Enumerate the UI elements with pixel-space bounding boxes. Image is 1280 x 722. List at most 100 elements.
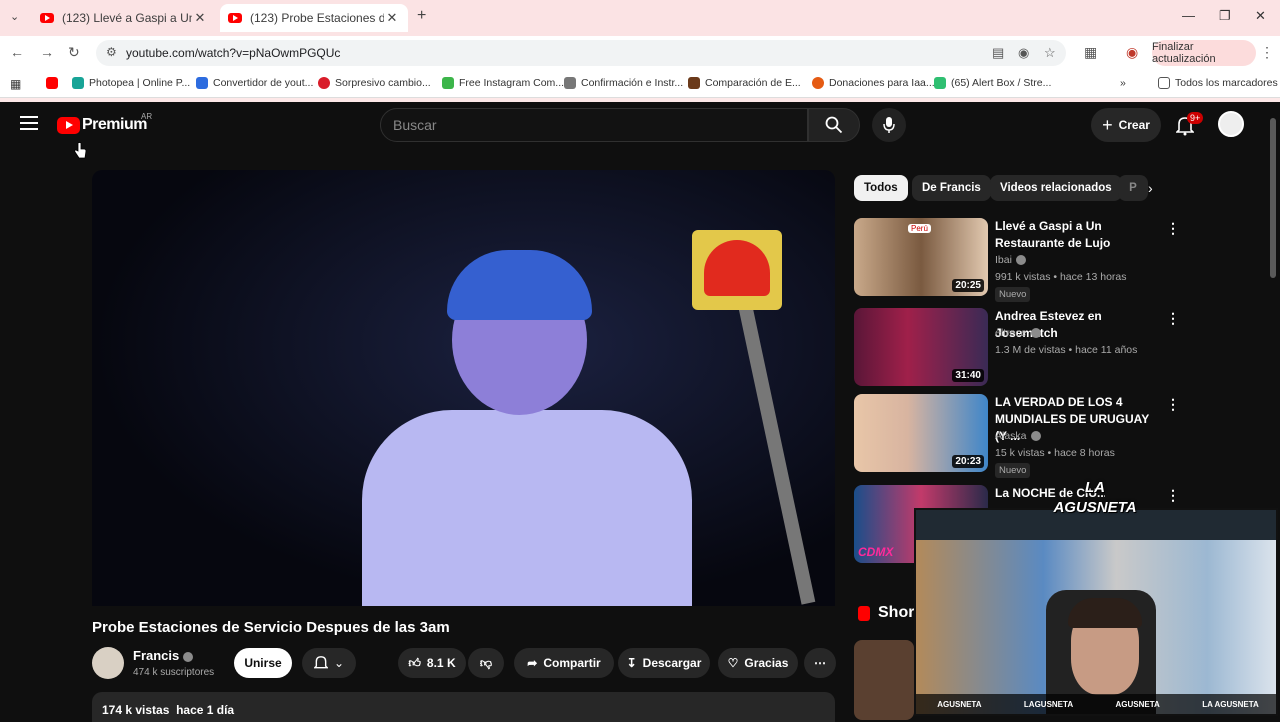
bookmark-confirmacion[interactable]: Confirmación e Instr... [564, 77, 683, 89]
new-badge: Nuevo [995, 287, 1031, 302]
video-thumbnail[interactable]: 20:23 [854, 394, 988, 472]
account-avatar[interactable] [1218, 111, 1244, 137]
address-bar[interactable]: ⚙ youtube.com/watch?v=pNaOwmPGQUc ▤ ◉ ☆ [96, 40, 1066, 66]
new-badge: Nuevo [995, 463, 1031, 478]
browser-chrome: ⌄ (123) Llevé a Gaspi a Un Restau ✕ (123… [0, 0, 1280, 102]
download-button[interactable]: ↧ Descargar [618, 648, 710, 678]
thanks-label: Gracias [744, 656, 789, 670]
eye-off-icon[interactable]: ◉ [1018, 45, 1029, 61]
thumb-tag: Perú [908, 224, 931, 233]
tab-probe[interactable]: (123) Probe Estaciones de Servi ✕ [220, 4, 408, 32]
rec-meta: 991 k vistas • hace 13 horas [995, 271, 1127, 283]
new-tab-icon[interactable]: + [417, 7, 426, 25]
bookmark-donaciones[interactable]: Donaciones para Iaa... [812, 77, 935, 89]
streamer-logo: LA AGUSNETA [1053, 479, 1137, 516]
reload-icon[interactable]: ↻ [68, 44, 80, 61]
chip-more[interactable]: P [1118, 175, 1148, 201]
restore-icon[interactable]: ❐ [1219, 8, 1231, 24]
menu-dots-icon[interactable]: ⋮ [1260, 44, 1274, 61]
search-button[interactable] [808, 108, 860, 142]
minimize-icon[interactable]: — [1182, 8, 1195, 23]
apps-icon[interactable]: ▦ [10, 77, 21, 91]
bookmark-instagram[interactable]: Free Instagram Com... [442, 77, 564, 89]
bookmark-alertbox[interactable]: (65) Alert Box / Stre... [934, 77, 1051, 89]
search-box[interactable] [380, 108, 808, 142]
verified-icon [183, 651, 194, 662]
recommendation-item[interactable]: 20:23 LA VERDAD DE LOS 4 MUNDIALES DE UR… [854, 394, 1184, 478]
more-vert-icon[interactable]: ⋮ [1166, 220, 1180, 237]
chip-de-francis[interactable]: De Francis [912, 175, 991, 201]
close-tab-icon[interactable]: ✕ [384, 10, 400, 26]
streamer-hair [1068, 598, 1142, 628]
update-button[interactable]: Finalizar actualización [1152, 40, 1256, 66]
bookmark-label: (65) Alert Box / Stre... [951, 77, 1052, 89]
thumb-tag: CDMX [858, 545, 894, 559]
bookmark-star-icon[interactable]: ☆ [1044, 45, 1056, 61]
more-vert-icon[interactable]: ⋮ [1166, 487, 1180, 504]
channel-name[interactable]: Francis [133, 648, 194, 663]
install-icon[interactable]: ▤ [992, 45, 1004, 61]
search-input[interactable] [393, 117, 793, 133]
bookmark-label: Free Instagram Com... [459, 77, 565, 89]
youtube-bookmark-icon[interactable] [46, 77, 63, 89]
bell-icon [313, 656, 328, 669]
video-player[interactable] [92, 170, 835, 606]
more-bookmarks-icon[interactable]: » [1120, 77, 1126, 89]
bookmark-label: Photopea | Online P... [89, 77, 191, 89]
more-actions-button[interactable]: ⋯ [804, 648, 836, 678]
chip-todos[interactable]: Todos [854, 175, 908, 201]
profile-icon[interactable]: ◉ [1126, 44, 1138, 61]
share-button[interactable]: ➦ Compartir [514, 648, 614, 678]
forward-icon[interactable]: → [40, 44, 54, 60]
shorts-thumbnail[interactable] [854, 640, 914, 720]
chip-videos-relacionados[interactable]: Videos relacionados [990, 175, 1122, 201]
more-vert-icon[interactable]: ⋮ [1166, 310, 1180, 327]
back-icon[interactable]: ← [10, 44, 24, 60]
create-button[interactable]: + Crear [1091, 108, 1161, 142]
bookmark-photopea[interactable]: Photopea | Online P... [72, 77, 190, 89]
bookmark-sorpresivo[interactable]: Sorpresivo cambio... [318, 77, 431, 89]
thanks-icon: ♡ [727, 656, 739, 670]
rec-meta: 1.3 M de vistas • hace 11 años [995, 344, 1138, 356]
subscriber-count: 474 k suscriptores [133, 667, 215, 678]
video-thumbnail[interactable]: 31:40 [854, 308, 988, 386]
youtube-favicon-icon [228, 13, 242, 23]
recommendation-item[interactable]: 31:40 Andrea Estevez en Josematch eltrec… [854, 308, 1184, 390]
person-cap [447, 250, 592, 320]
youtube-handle: LA AGUSNETA [1202, 699, 1259, 709]
youtube-premium-logo[interactable]: Premium AR [57, 112, 152, 134]
all-bookmarks[interactable]: Todos los marcadores [1158, 77, 1278, 89]
site-info-icon[interactable]: ⚙ [106, 45, 117, 59]
page-scrollbar[interactable] [1270, 118, 1276, 278]
person-hoodie [362, 410, 692, 606]
rec-channel: Alaska [995, 430, 1041, 442]
kick-handle: AGUSNETA [1115, 699, 1160, 709]
voice-search-button[interactable] [872, 108, 906, 142]
bookmark-convertidor[interactable]: Convertidor de yout... [196, 77, 313, 89]
extensions-icon[interactable]: ▦ [1084, 44, 1097, 61]
bookmark-comparacion[interactable]: Comparación de E... [688, 77, 801, 89]
tab-search-icon[interactable]: ⌄ [10, 10, 19, 23]
close-tab-icon[interactable]: ✕ [192, 10, 208, 26]
video-thumbnail[interactable]: Perú 20:25 [854, 218, 988, 296]
tab-title: (123) Llevé a Gaspi a Un Restau [62, 11, 192, 25]
join-button[interactable]: Unirse [234, 648, 292, 678]
bookmarks-bar: ▦ Photopea | Online P... Convertidor de … [0, 70, 1280, 98]
dislike-button[interactable]: 👎︎ [468, 648, 504, 678]
hamburger-menu-icon[interactable] [20, 116, 38, 130]
x-handle: LAGUSNETA [1023, 699, 1074, 709]
social-handles-bar: AGUSNETA LAGUSNETA AGUSNETA LA AGUSNETA [916, 694, 1276, 714]
channel-name-text: Francis [133, 648, 180, 663]
more-vert-icon[interactable]: ⋮ [1166, 396, 1180, 413]
thanks-button[interactable]: ♡ Gracias [718, 648, 798, 678]
like-button[interactable]: 👍︎ 8.1 K [398, 648, 466, 678]
subscribe-bell-button[interactable]: ⌄ [302, 648, 356, 678]
verified-icon [1030, 328, 1041, 339]
close-window-icon[interactable]: ✕ [1255, 8, 1266, 24]
description-box[interactable]: 174 k vistas hace 1 día [92, 692, 835, 722]
chevron-right-icon[interactable]: › [1148, 180, 1153, 196]
channel-avatar[interactable] [92, 647, 124, 679]
notification-badge: 9+ [1187, 112, 1204, 124]
recommendation-item[interactable]: Perú 20:25 Llevé a Gaspi a Un Restaurant… [854, 218, 1184, 302]
tab-gaspi[interactable]: (123) Llevé a Gaspi a Un Restau ✕ [32, 4, 216, 32]
